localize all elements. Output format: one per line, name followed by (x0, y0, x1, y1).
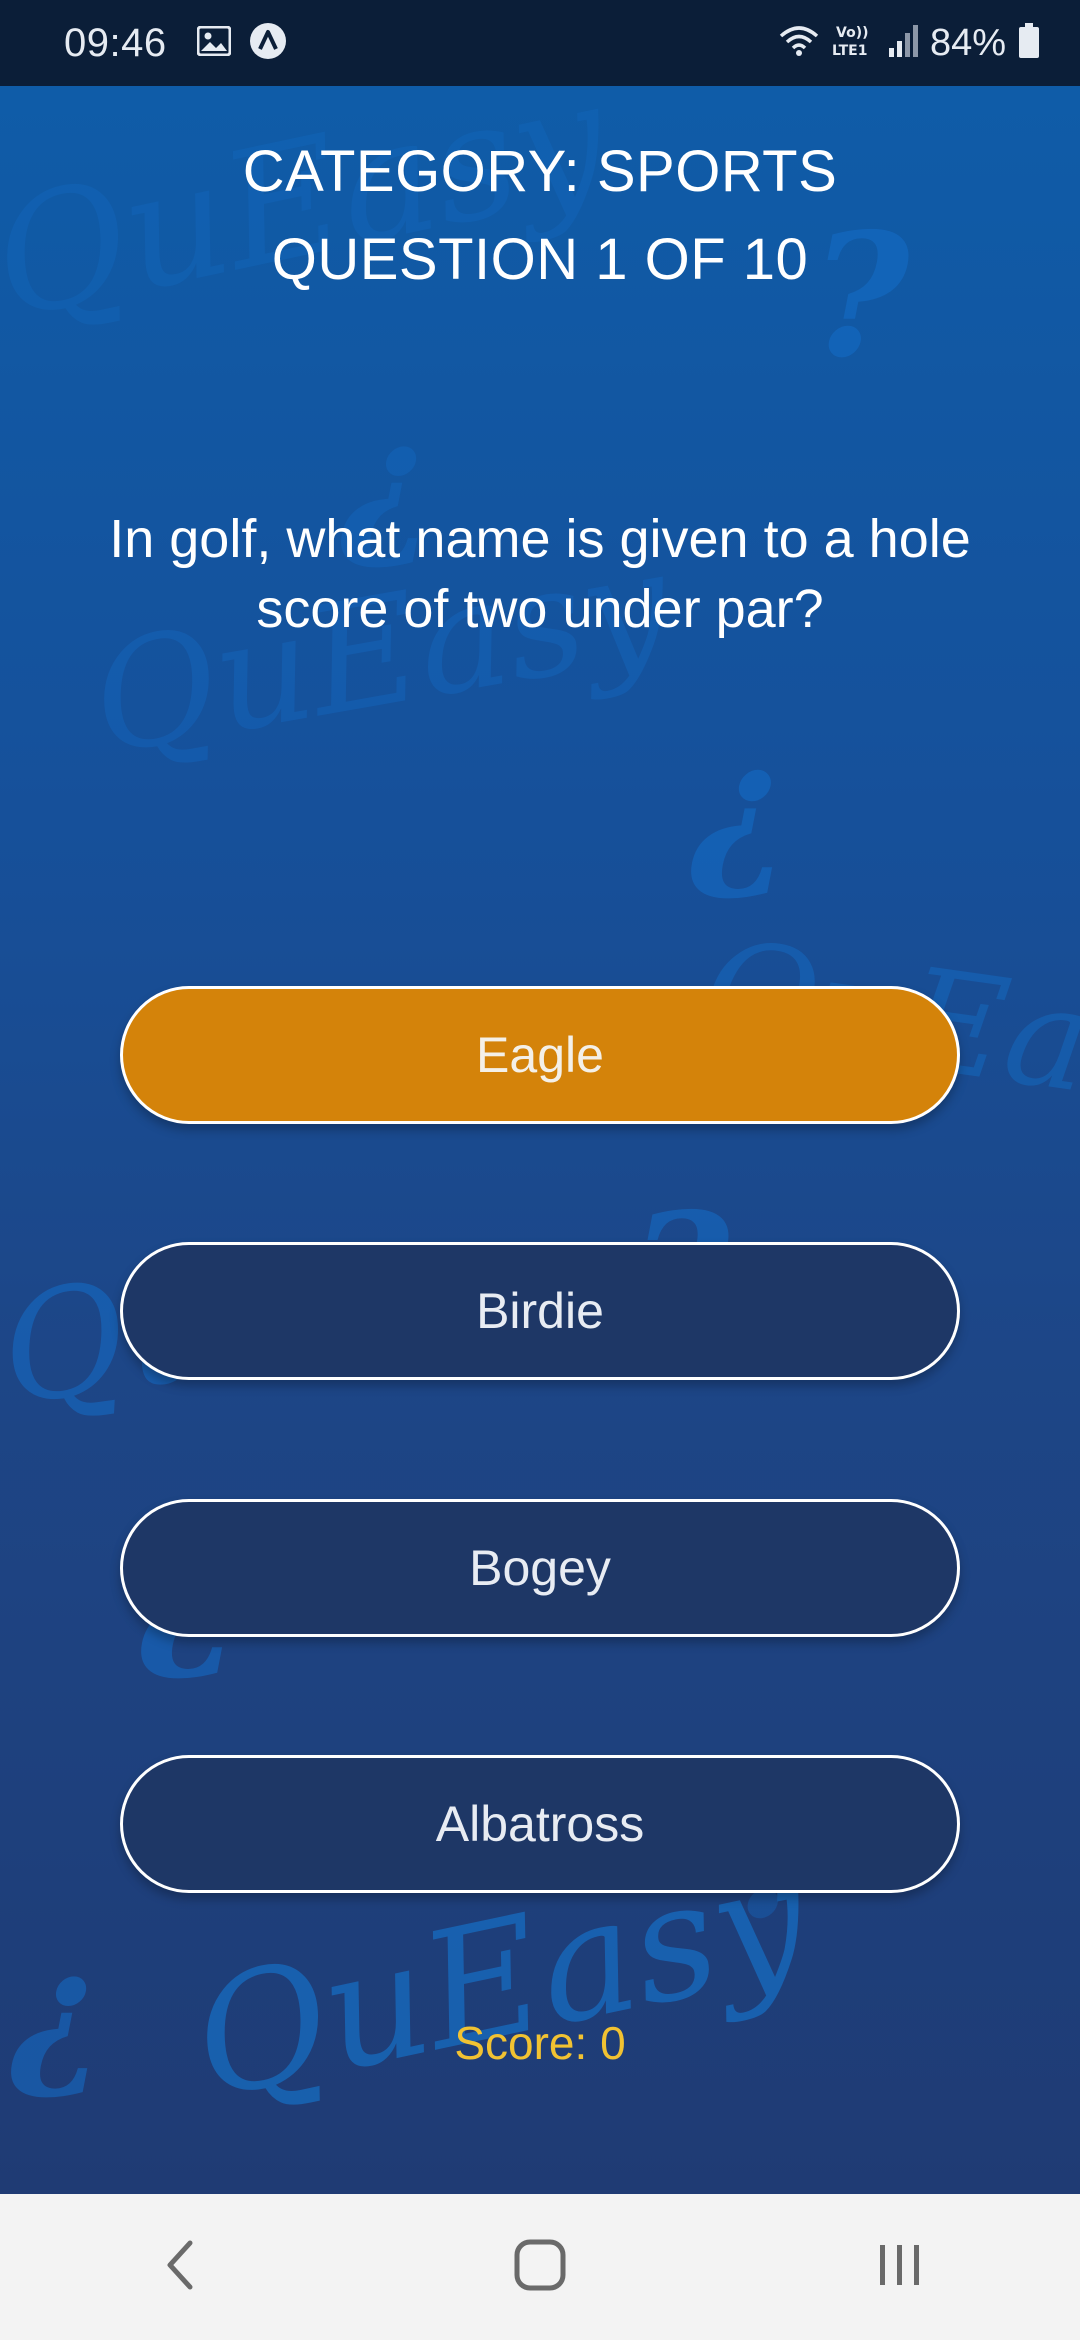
recents-button[interactable] (820, 2207, 980, 2327)
answer-button-birdie[interactable]: Birdie (120, 1242, 960, 1380)
svg-text:Vo)): Vo)) (836, 25, 868, 41)
answer-button-eagle[interactable]: Eagle (120, 986, 960, 1124)
svg-text:LTE1: LTE1 (832, 43, 867, 59)
category-title: CATEGORY: SPORTS (242, 139, 838, 204)
question-text: In golf, what name is given to a hole sc… (109, 509, 971, 639)
status-system-icons: Vo)) LTE1 84% (778, 22, 1040, 65)
battery-percent: 84% (929, 21, 1006, 64)
back-button[interactable] (100, 2207, 260, 2327)
app-a-icon (249, 22, 287, 65)
watermark-inverted-question-mark-icon: ¿ (10, 1916, 104, 2104)
status-bar: 09:46 Vo)) LTE1 84% (0, 0, 1080, 86)
answer-label: Bogey (469, 1540, 611, 1596)
home-button[interactable] (460, 2207, 620, 2327)
answer-button-bogey[interactable]: Bogey (120, 1499, 960, 1637)
question-progress: QUESTION 1 OF 10 (271, 227, 809, 292)
system-nav-bar (0, 2194, 1080, 2340)
answer-label: Birdie (476, 1283, 604, 1339)
recents-icon (874, 2239, 926, 2296)
watermark-inverted-question-mark-icon: ¿ (690, 706, 790, 906)
status-notification-icons (196, 22, 287, 65)
wifi-icon (778, 24, 820, 63)
quiz-screen: QuEasy ? ¿ QuEasy ¿ QuEasy ? QuEasy ¿ ? … (0, 86, 1080, 2194)
signal-icon (888, 24, 918, 63)
quiz-header: CATEGORY: SPORTS QUESTION 1 OF 10 (0, 128, 1080, 304)
back-icon (160, 2237, 200, 2298)
score-text: Score: 0 (454, 2017, 626, 2069)
status-time: 09:46 (64, 20, 167, 65)
volte-lte1-icon: Vo)) LTE1 (832, 22, 876, 65)
home-icon (512, 2237, 568, 2298)
answer-label: Eagle (476, 1027, 604, 1083)
answer-label: Albatross (435, 1796, 645, 1852)
battery-icon (1018, 22, 1040, 64)
answer-button-albatross[interactable]: Albatross (120, 1755, 960, 1893)
image-icon (196, 25, 232, 61)
